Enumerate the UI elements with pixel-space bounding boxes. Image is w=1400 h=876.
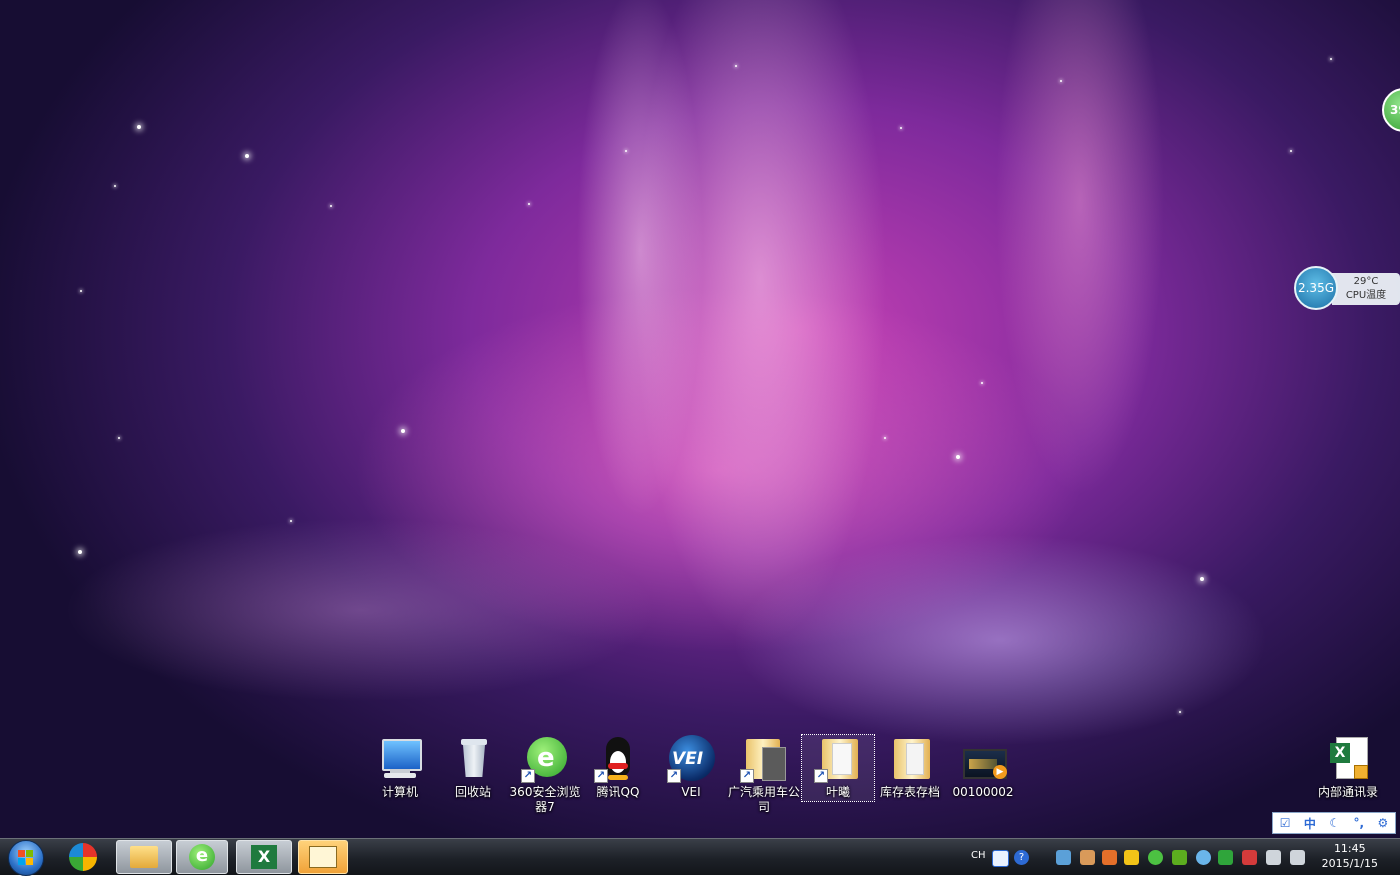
shield-icon[interactable] [1102, 850, 1117, 865]
desktop-icon-qq[interactable]: ↗ 腾讯QQ [582, 735, 654, 800]
360-browser-icon: e [189, 844, 215, 870]
network-error-icon[interactable] [1242, 850, 1257, 865]
cpu-temperature-panel: 29°C CPU温度 [1332, 273, 1400, 305]
folder-icon: ↗ [814, 735, 862, 783]
desktop-icon-label: 叶曦 [825, 785, 850, 799]
cpu-temperature-widget[interactable]: 29°C CPU温度 2.35G [1294, 266, 1400, 310]
desktop-icon-label: 计算机 [381, 785, 418, 799]
desktop-icon-contacts-excel[interactable]: X 内部通讯录 [1312, 735, 1384, 800]
checkbox-icon[interactable] [992, 850, 1009, 867]
cpu-temperature-label: CPU温度 [1345, 290, 1387, 301]
taskbar-clock[interactable]: 11:45 2015/1/15 [1322, 841, 1378, 871]
desktop-icon-label: 回收站 [454, 785, 491, 799]
taskbar-button-image-viewer[interactable] [298, 840, 348, 874]
excel-file-icon: X [1324, 735, 1372, 783]
folder-icon: ↗ [740, 735, 788, 783]
shortcut-arrow-icon: ↗ [667, 769, 681, 783]
desktop-icon-computer[interactable]: 计算机 [364, 735, 436, 800]
desktop-icon-label: VEI [681, 785, 701, 799]
monitor-icon[interactable] [1266, 850, 1281, 865]
image-viewer-icon [309, 846, 337, 868]
punctuation-icon[interactable]: °, [1354, 816, 1365, 830]
people-icon[interactable] [1056, 850, 1071, 865]
nvidia-icon[interactable] [1172, 850, 1187, 865]
taskbar: e X CH ? 11:45 2015/1/15 [0, 838, 1400, 876]
folder-icon [130, 846, 158, 868]
pinwheel-app-icon [69, 843, 97, 871]
shortcut-arrow-icon: ↗ [521, 769, 535, 783]
system-tray: CH ? 11:45 2015/1/15 [966, 839, 1400, 876]
desktop-icon-recycle-bin[interactable]: 回收站 [437, 735, 509, 800]
network-value: 39 [1390, 103, 1400, 117]
desktop-icon-gac-folder[interactable]: ↗ 广汽乘用车公司 [728, 735, 800, 815]
taskbar-button-file-explorer[interactable] [116, 840, 172, 874]
ime-toolbar[interactable]: ☑ 中 ☾ °, ⚙ [1272, 812, 1396, 834]
folder-icon [886, 735, 934, 783]
qq-penguin-icon: ↗ [594, 735, 642, 783]
taskbar-button-pinwheel-app[interactable] [56, 840, 110, 874]
desktop-icon-label: 00100002 [952, 785, 1014, 799]
language-indicator[interactable]: CH [971, 850, 986, 861]
start-button[interactable] [6, 839, 46, 876]
shortcut-arrow-icon: ↗ [740, 769, 754, 783]
lock-icon[interactable] [1124, 850, 1139, 865]
recycle-bin-icon [449, 735, 497, 783]
ime-checkbox-icon[interactable]: ☑ [1280, 816, 1291, 830]
vei-globe-icon: VEI ↗ [667, 735, 715, 783]
add-icon[interactable] [1148, 850, 1163, 865]
desktop-icon-label: 腾讯QQ [596, 785, 640, 799]
clock-time: 11:45 [1333, 842, 1366, 855]
desktop-icon-inventory-folder[interactable]: 库存表存档 [874, 735, 946, 800]
desktop-wallpaper [0, 0, 1400, 838]
desktop-icon-yexi-folder[interactable]: ↗ 叶曦 [801, 734, 875, 802]
moon-icon[interactable]: ☾ [1329, 816, 1340, 830]
windows-logo-icon [8, 840, 44, 876]
taskbar-button-excel[interactable]: X [236, 840, 292, 874]
shortcut-arrow-icon: ↗ [814, 769, 828, 783]
360-browser-icon: e ↗ [521, 735, 569, 783]
desktop-icon-label: 内部通讯录 [1317, 785, 1378, 799]
desktop-icon-label: 360安全浏览器7 [509, 785, 581, 814]
cpu-frequency-dial: 2.35G [1294, 266, 1338, 310]
desktop-icon-360-browser[interactable]: e ↗ 360安全浏览器7 [509, 735, 581, 815]
ime-mode-button[interactable]: 中 [1304, 815, 1316, 832]
video-file-icon: ▶ [959, 735, 1007, 783]
shortcut-arrow-icon: ↗ [594, 769, 608, 783]
help-icon[interactable]: ? [1014, 850, 1029, 865]
computer-icon [376, 735, 424, 783]
security-shield-icon[interactable] [1218, 850, 1233, 865]
desktop-icon-label: 库存表存档 [879, 785, 940, 799]
cpu-frequency-value: 2.35G [1297, 281, 1335, 295]
desktop-icon-label: 广汽乘用车公司 [728, 785, 801, 814]
excel-icon: X [251, 845, 277, 869]
taskbar-button-360-browser[interactable]: e [176, 840, 228, 874]
volume-icon[interactable] [1290, 850, 1305, 865]
cpu-temperature-value: 29°C [1353, 276, 1379, 287]
avatar-icon[interactable] [1080, 850, 1095, 865]
clock-date: 2015/1/15 [1321, 857, 1378, 870]
desktop-icon-video-file[interactable]: ▶ 00100002 [947, 735, 1019, 800]
globe-icon[interactable] [1196, 850, 1211, 865]
desktop-icon-vei[interactable]: VEI ↗ VEI [655, 735, 727, 800]
gear-icon[interactable]: ⚙ [1378, 816, 1389, 830]
